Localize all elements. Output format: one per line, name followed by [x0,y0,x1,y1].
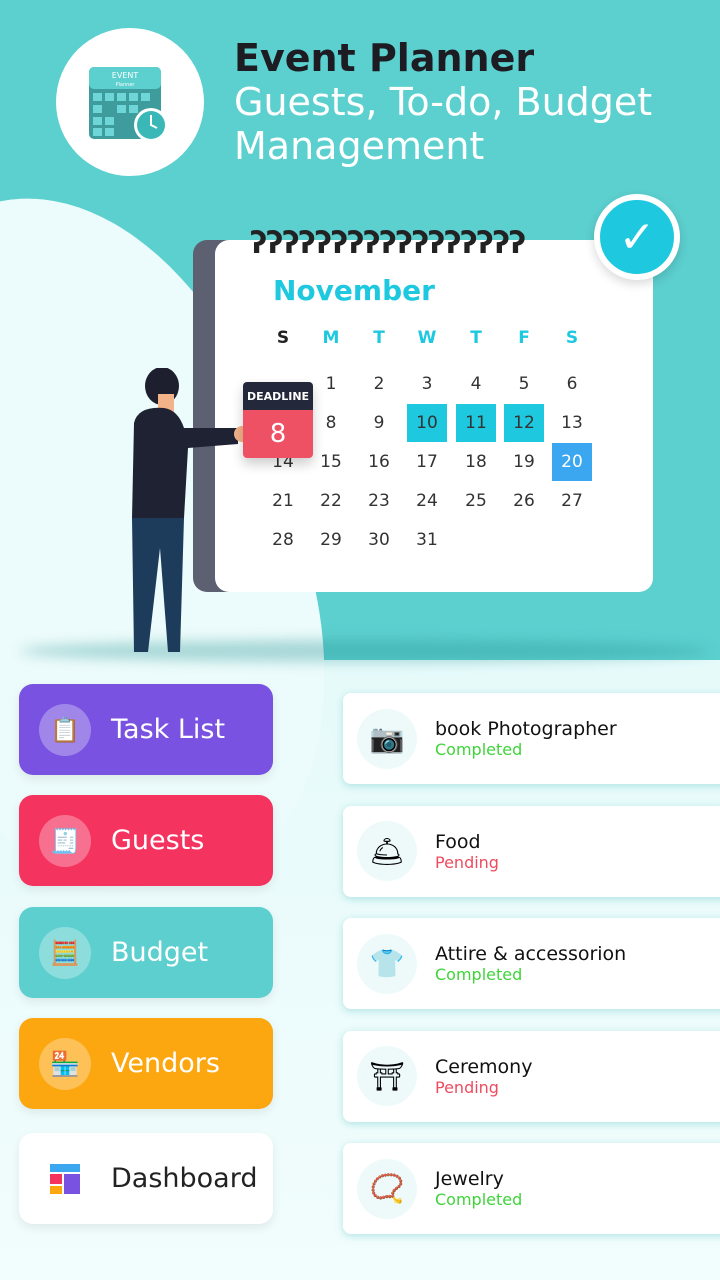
menu-dashboard[interactable]: Dashboard [19,1133,273,1224]
calendar-day[interactable]: 20 [552,443,592,481]
calendar-day[interactable]: 25 [456,482,496,520]
weekday-header: F [518,328,530,348]
menu-guests[interactable]: 🧾 Guests [19,795,273,886]
task-name: Food [435,830,481,853]
calendar-day[interactable]: 10 [407,404,447,442]
task-name: Attire & accessorion [435,943,627,965]
calendar-rings: ʔʔʔʔʔʔʔʔʔʔʔʔʔʔʔʔʔ [250,226,526,261]
deadline-label: DEADLINE [243,382,313,410]
service-bell-icon: 🛎 [357,821,417,881]
menu-budget[interactable]: 🧮 Budget [19,907,273,998]
calendar-day[interactable]: 3 [407,365,447,403]
check-icon: ✓ [594,194,680,280]
calendar-day[interactable]: 27 [552,482,592,520]
calendar-day[interactable]: 28 [263,521,303,559]
clipboard-icon: 📋 [39,703,91,756]
dashboard-icon [39,1153,91,1205]
calendar-day[interactable]: 8 [311,404,351,442]
menu-task-list[interactable]: 📋 Task List [19,684,273,775]
task-status: Pending [435,1077,499,1097]
task-status: Pending [435,852,499,872]
deadline-badge: DEADLINE 8 [243,382,313,458]
menu-label: Guests [111,825,205,856]
menu-label: Dashboard [111,1163,258,1194]
header-title-block: Event Planner Guests, To-do, Budget Mana… [234,36,652,168]
calendar-month: November [273,274,435,307]
calendar-day[interactable]: 5 [504,365,544,403]
weekday-header: W [417,328,437,348]
arch-icon: ⛩ [357,1046,417,1106]
task-item[interactable]: 📿 Jewelry Completed [343,1143,720,1234]
task-status: Completed [435,1190,523,1209]
weekday-header: S [276,328,290,348]
calendar-day[interactable]: 21 [263,482,303,520]
calendar-day[interactable]: 4 [456,365,496,403]
shirt-icon: 👕 [357,933,417,994]
task-item[interactable]: ⛩ Ceremony Pending [343,1030,720,1122]
calendar-day[interactable]: 2 [359,365,399,403]
calendar-day[interactable]: 13 [552,404,592,442]
calendar-day[interactable]: 15 [311,443,351,481]
menu-label: Budget [111,937,209,968]
task-item[interactable]: 👕 Attire & accessorion Completed [343,918,720,1009]
calendar-day[interactable]: 12 [504,404,544,442]
svg-text:EVENT: EVENT [112,71,139,80]
app-subtitle-line2: Management [234,124,485,168]
calendar-day[interactable]: 1 [311,365,351,403]
menu-vendors[interactable]: 🏪 Vendors [19,1018,273,1109]
ground-shadow [20,640,710,662]
necklace-icon: 📿 [357,1158,417,1219]
calendar-day[interactable]: 23 [359,482,399,520]
weekday-header: S [565,328,579,348]
calendar-clock-icon: EVENT Planner [89,67,168,142]
calendar-day[interactable]: 16 [359,443,399,481]
app-logo: EVENT Planner [56,28,204,176]
task-name: Jewelry [435,1168,504,1190]
weekday-header: T [373,328,385,348]
calendar-day[interactable]: 11 [456,404,496,442]
calendar-day[interactable]: 26 [504,482,544,520]
weekday-header: T [470,328,482,348]
menu-label: Vendors [111,1048,220,1079]
camera-icon: 📷 [357,708,417,769]
calendar-day[interactable]: 30 [359,521,399,559]
calendar-day[interactable]: 17 [407,443,447,481]
task-status: Completed [435,740,523,759]
calendar-day[interactable]: 22 [311,482,351,520]
task-item[interactable]: 📷 book Photographer Completed [343,693,720,784]
deadline-day: 8 [243,410,313,458]
menu-label: Task List [111,714,226,745]
shop-icon: 🏪 [39,1037,91,1090]
task-name: Ceremony [435,1055,533,1078]
person-illustration [132,368,248,652]
app-title: Event Planner [234,36,535,80]
weekday-header: M [322,328,340,348]
app-subtitle-line1: Guests, To-do, Budget [234,80,653,124]
calendar-day[interactable]: 24 [407,482,447,520]
calendar-day[interactable]: 31 [407,521,447,559]
calendar-day[interactable]: 29 [311,521,351,559]
calendar-day[interactable]: 9 [359,404,399,442]
task-name: book Photographer [435,718,617,740]
task-status: Completed [435,965,523,984]
calendar-day[interactable]: 19 [504,443,544,481]
budget-icon: 🧮 [39,926,91,979]
task-item[interactable]: 🛎 Food Pending [343,805,720,897]
svg-text:Planner: Planner [116,82,136,88]
calendar-day[interactable]: 18 [456,443,496,481]
calendar-day[interactable]: 6 [552,365,592,403]
guest-list-icon: 🧾 [39,814,91,867]
